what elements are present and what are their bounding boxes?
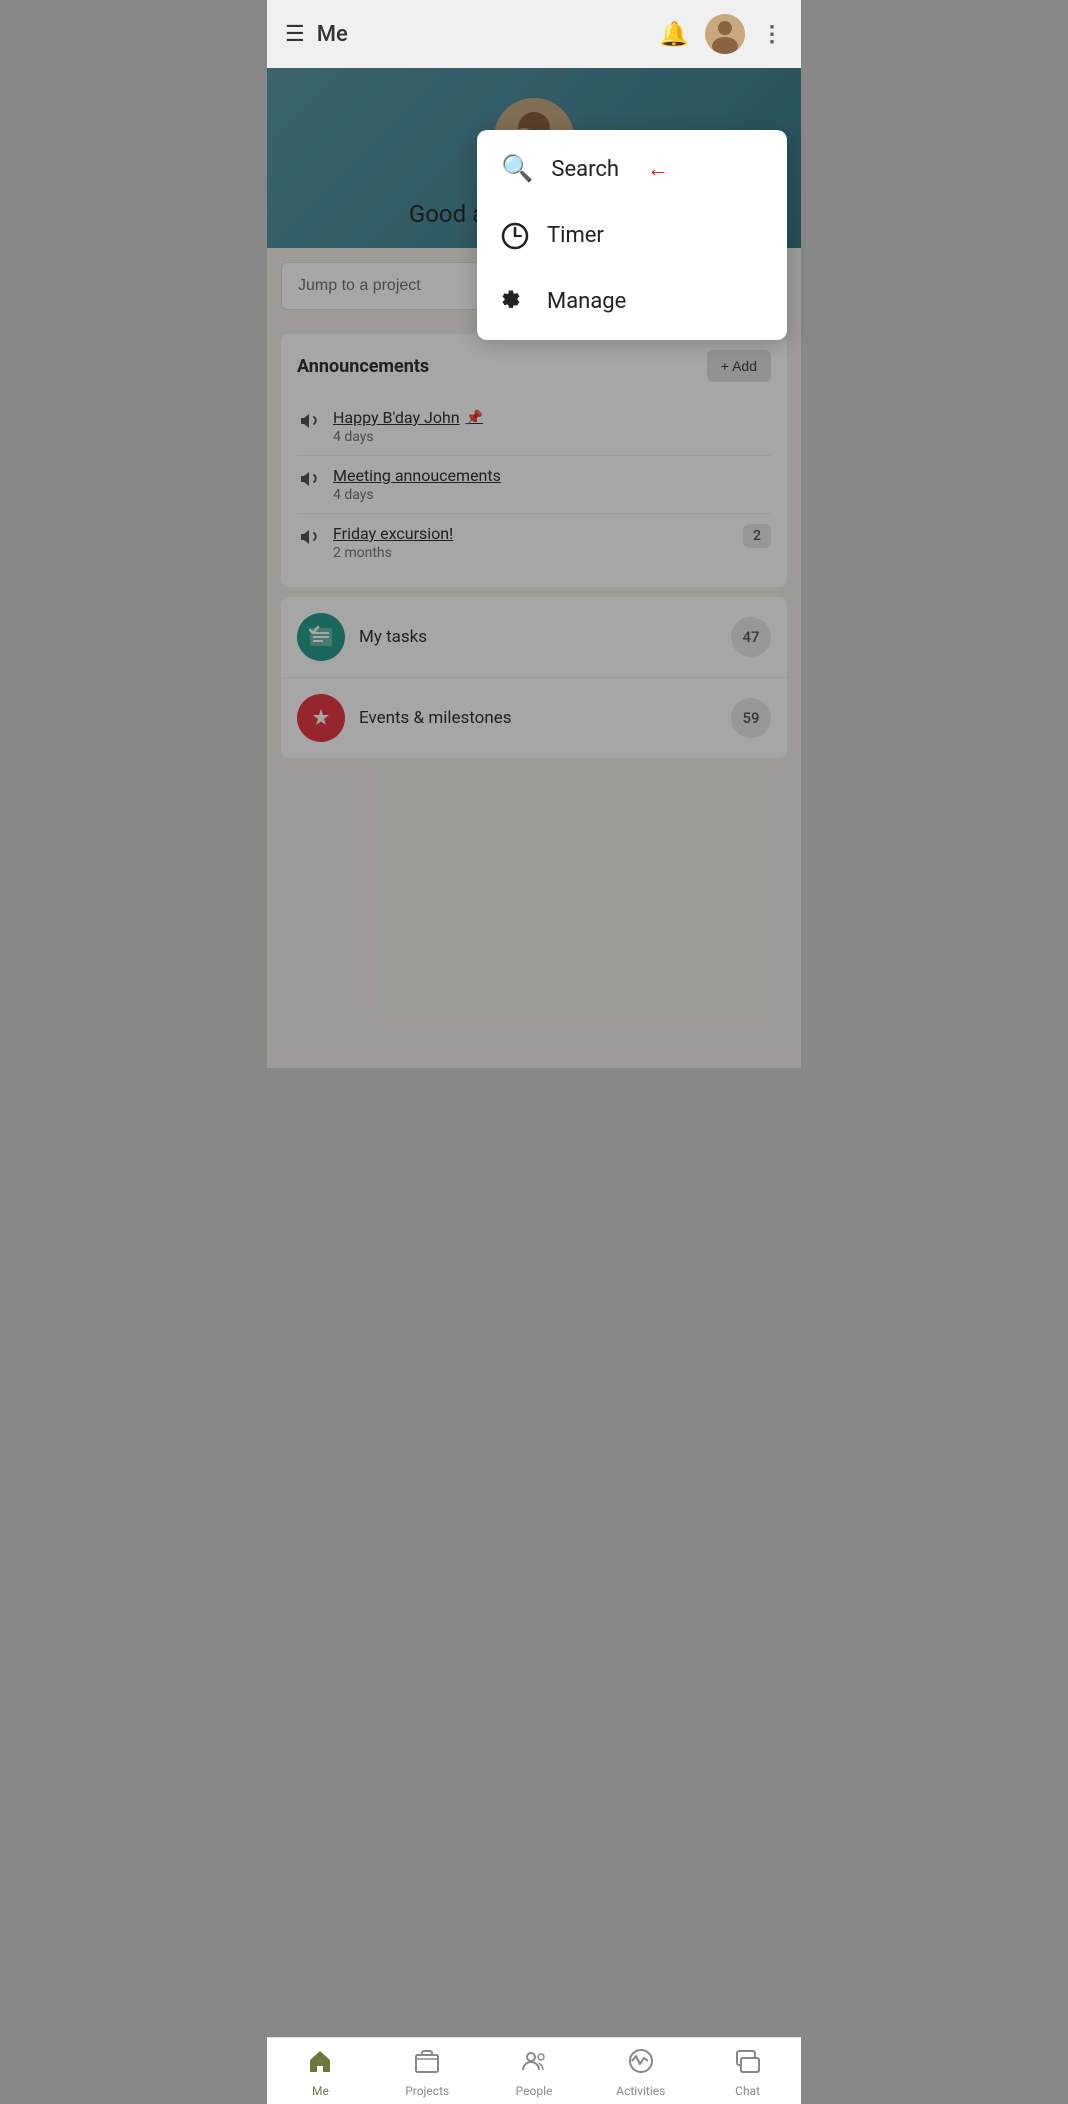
search-label: Search [551, 157, 619, 182]
home-icon [307, 2048, 333, 2080]
page-wrapper: Good afternoon, James Announcements + Ad… [267, 68, 801, 1068]
manage-icon [501, 286, 529, 316]
nav-item-activities[interactable]: Activities [587, 2038, 694, 2104]
top-bar: ☰ Me 🔔 ⋮ [267, 0, 801, 68]
nav-item-chat[interactable]: Chat [694, 2038, 801, 2104]
activities-icon [628, 2048, 654, 2080]
bottom-nav: Me Projects People [267, 2037, 801, 2104]
arrow-indicator: ← [647, 156, 669, 182]
timer-icon [501, 220, 529, 250]
nav-label-chat: Chat [735, 2084, 760, 2098]
avatar[interactable] [705, 14, 745, 54]
avatar-image [705, 14, 745, 54]
manage-label: Manage [547, 289, 626, 314]
nav-item-projects[interactable]: Projects [374, 2038, 481, 2104]
people-icon [521, 2048, 547, 2080]
page-title: Me [317, 22, 348, 47]
dropdown-item-manage[interactable]: Manage [477, 268, 787, 334]
timer-label: Timer [547, 223, 604, 248]
dropdown-item-timer[interactable]: Timer [477, 202, 787, 268]
projects-icon [414, 2048, 440, 2080]
nav-item-people[interactable]: People [481, 2038, 588, 2104]
search-icon: 🔍 [501, 154, 533, 184]
top-bar-right: 🔔 ⋮ [659, 14, 783, 54]
nav-item-me[interactable]: Me [267, 2038, 374, 2104]
dropdown-item-search[interactable]: 🔍 Search ← [477, 136, 787, 202]
nav-label-people: People [516, 2084, 553, 2098]
hamburger-icon[interactable]: ☰ [285, 22, 305, 47]
dropdown-menu: 🔍 Search ← Timer Manage [477, 130, 787, 340]
more-options-icon[interactable]: ⋮ [761, 22, 783, 47]
nav-label-me: Me [312, 2084, 329, 2098]
top-bar-left: ☰ Me [285, 22, 348, 47]
nav-label-projects: Projects [405, 2084, 449, 2098]
nav-label-activities: Activities [616, 2084, 665, 2098]
bell-icon[interactable]: 🔔 [659, 20, 689, 48]
chat-icon [735, 2048, 761, 2080]
